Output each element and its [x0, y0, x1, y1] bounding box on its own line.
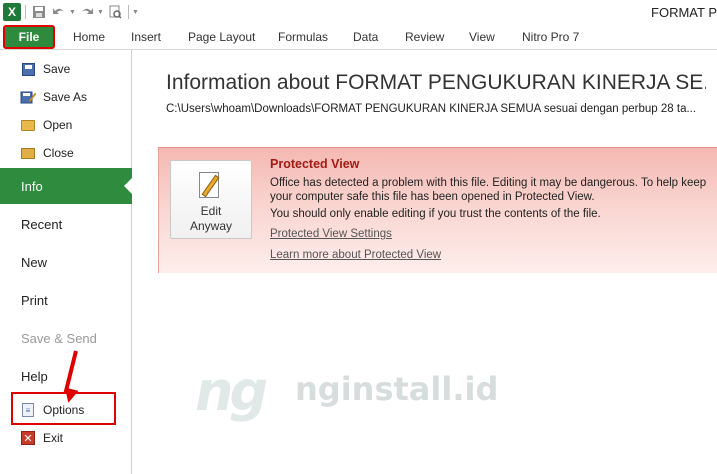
tab-view[interactable]: View [469, 30, 495, 44]
file-path: C:\Users\whoam\Downloads\FORMAT PENGUKUR… [166, 103, 697, 115]
close-folder-icon [20, 145, 36, 161]
info-title: Information about FORMAT PENGUKURAN KINE… [166, 71, 706, 94]
nav-new[interactable]: New [0, 244, 132, 280]
close-command[interactable]: Close [0, 139, 132, 167]
exit-icon: ✕ [20, 430, 36, 446]
tab-nitro-pro[interactable]: Nitro Pro 7 [522, 30, 579, 44]
qat-separator [128, 5, 129, 19]
protected-view-title: Protected View [270, 157, 360, 171]
tab-file[interactable]: File [3, 25, 55, 49]
save-icon [20, 61, 36, 77]
exit-command[interactable]: ✕ Exit [0, 424, 132, 452]
redo-icon[interactable] [77, 2, 97, 22]
save-icon[interactable] [29, 2, 49, 22]
protected-view-banner: Edit Anyway Protected View Office has de… [158, 147, 717, 273]
tab-review[interactable]: Review [405, 30, 444, 44]
ribbon-tabs: File Home Insert Page Layout Formulas Da… [0, 24, 717, 50]
tab-data[interactable]: Data [353, 30, 378, 44]
nav-info[interactable]: Info [0, 168, 132, 204]
qat-separator [25, 5, 26, 19]
customize-qat-icon[interactable]: ▼ [132, 9, 140, 16]
print-preview-icon[interactable] [105, 2, 125, 22]
quick-access-toolbar: X ▼ ▼ ▼ [0, 0, 140, 24]
tab-home[interactable]: Home [73, 30, 105, 44]
watermark: ng nginstall.id [195, 360, 555, 430]
window-title: FORMAT P [651, 5, 717, 20]
edit-document-icon [197, 170, 225, 200]
protected-view-message: Office has detected a problem with this … [270, 177, 707, 203]
undo-dropdown-icon[interactable]: ▼ [69, 9, 77, 16]
save-command[interactable]: Save [0, 55, 132, 83]
nav-print[interactable]: Print [0, 282, 132, 318]
title-bar: X ▼ ▼ ▼ FORMAT P [0, 0, 717, 24]
tab-formulas[interactable]: Formulas [278, 30, 328, 44]
redo-dropdown-icon[interactable]: ▼ [97, 9, 105, 16]
edit-anyway-button[interactable]: Edit Anyway [170, 160, 252, 239]
excel-app-icon[interactable]: X [2, 2, 22, 22]
edit-anyway-label-line1: Edit [200, 204, 222, 218]
learn-more-link[interactable]: Learn more about Protected View [270, 249, 441, 261]
open-folder-icon [20, 117, 36, 133]
watermark-logo: ng [195, 360, 268, 423]
nav-save-send[interactable]: Save & Send [0, 320, 132, 356]
protected-view-advice: You should only enable editing if you tr… [270, 208, 601, 220]
open-command[interactable]: Open [0, 111, 132, 139]
backstage-nav: Save Save As Open Close Info Recent New … [0, 50, 132, 474]
save-as-icon [20, 89, 36, 105]
watermark-text: nginstall.id [295, 370, 499, 408]
tab-page-layout[interactable]: Page Layout [188, 30, 255, 44]
tab-insert[interactable]: Insert [131, 30, 161, 44]
protected-view-settings-link[interactable]: Protected View Settings [270, 228, 392, 240]
save-as-command[interactable]: Save As [0, 83, 132, 111]
edit-anyway-label-line2: Anyway [189, 219, 233, 233]
nav-recent[interactable]: Recent [0, 206, 132, 242]
undo-icon[interactable] [49, 2, 69, 22]
